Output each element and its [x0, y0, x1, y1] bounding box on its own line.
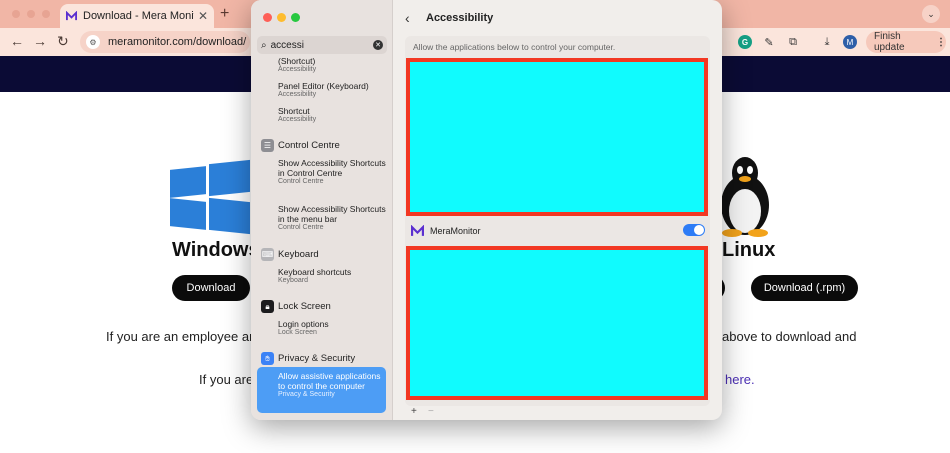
here-link[interactable]: here. [725, 372, 755, 387]
clear-search-icon[interactable]: ✕ [373, 40, 383, 50]
meramonitor-access-toggle[interactable] [683, 224, 705, 236]
meramonitor-app-icon [411, 224, 424, 236]
result-panel-editor[interactable]: Panel Editor (Keyboard) Accessibility [278, 81, 390, 100]
result-title: Shortcut [278, 106, 310, 116]
result-category: Accessibility [278, 116, 317, 124]
extensions-puzzle-icon[interactable]: ⧉ [786, 35, 800, 49]
download-rpm-button[interactable]: Download (.rpm) [751, 275, 858, 301]
result-category: Privacy & Security [278, 391, 335, 399]
result-title: Allow assistive applications to control … [278, 371, 381, 392]
result-title: Show Accessibility Shortcuts in the menu… [278, 204, 386, 225]
pen-extension-icon[interactable]: ✎ [762, 35, 776, 49]
maximize-window-button[interactable] [42, 10, 50, 18]
result-title: Show Accessibility Shortcuts in Control … [278, 158, 386, 179]
result-category: Keyboard [278, 277, 308, 285]
result-category: Control Centre [278, 178, 324, 186]
section-label: Privacy & Security [278, 353, 356, 364]
result-login-options[interactable]: Login options Lock Screen [278, 319, 390, 338]
linux-tux-icon [721, 157, 769, 237]
add-app-button[interactable]: + [411, 406, 417, 417]
section-keyboard[interactable]: ⌨ Keyboard [261, 248, 319, 261]
lock-icon: 🔒︎ [261, 300, 274, 313]
minimize-window-button[interactable] [27, 10, 35, 18]
finish-update-button[interactable]: Finish update ⋮ [866, 31, 946, 53]
section-privacy-security[interactable]: ✋︎ Privacy & Security [261, 352, 355, 365]
tab-title: Download - Mera Monitor [83, 10, 194, 22]
section-label: Keyboard [278, 249, 319, 260]
back-arrow-icon[interactable]: ← [10, 33, 24, 49]
section-lock-screen[interactable]: 🔒︎ Lock Screen [261, 300, 331, 313]
new-tab-button[interactable]: + [220, 5, 229, 23]
result-shortcut-accessibility[interactable]: (Shortcut) Accessibility [278, 56, 390, 75]
linux-title: Linux [722, 239, 776, 261]
settings-minimize-button[interactable] [277, 13, 286, 22]
hand-icon: ✋︎ [261, 352, 274, 365]
accessibility-pane: ‹ Accessibility Allow the applications b… [393, 0, 722, 420]
pane-title: Accessibility [426, 12, 494, 24]
result-title: (Shortcut) [278, 56, 316, 66]
result-show-accessibility-control-centre[interactable]: Show Accessibility Shortcuts in Control … [278, 158, 390, 187]
meramonitor-favicon-icon [66, 10, 77, 20]
redacted-region-top [406, 58, 708, 216]
download-windows-button[interactable]: Download [172, 275, 250, 301]
address-bar[interactable]: ⚙ meramonitor.com/download/ [80, 31, 250, 53]
instructions-line-2-left: If you are [199, 372, 254, 387]
forward-arrow-icon[interactable]: → [33, 33, 47, 49]
instructions-line-1-right: above to download and [722, 329, 857, 344]
system-settings-window: ⌕ accessi ✕ (Shortcut) Accessibility Pan… [251, 0, 722, 420]
result-category: Lock Screen [278, 329, 317, 337]
tab-search-icon[interactable]: ⌄ [922, 5, 940, 23]
back-chevron-icon[interactable]: ‹ [405, 10, 410, 26]
control-centre-icon: ☰ [261, 139, 274, 152]
settings-sidebar: ⌕ accessi ✕ (Shortcut) Accessibility Pan… [251, 0, 393, 420]
result-title: Keyboard shortcuts [278, 267, 352, 277]
section-control-centre[interactable]: ☰ Control Centre [261, 139, 340, 152]
close-window-button[interactable] [12, 10, 20, 18]
reload-icon[interactable]: ↻ [57, 33, 69, 50]
download-icon[interactable]: ⤓ [820, 35, 834, 49]
result-show-accessibility-menu-bar[interactable]: Show Accessibility Shortcuts in the menu… [278, 204, 390, 233]
result-title: Login options [278, 319, 329, 329]
result-category: Control Centre [278, 224, 324, 232]
result-allow-assistive-apps-selected[interactable]: Allow assistive applications to control … [257, 367, 386, 413]
finish-update-label: Finish update [874, 31, 905, 53]
site-settings-icon[interactable]: ⚙ [86, 35, 100, 49]
search-input[interactable]: accessi [271, 40, 304, 51]
redacted-region-bottom [406, 246, 708, 400]
settings-search-field[interactable]: ⌕ accessi ✕ [257, 36, 387, 54]
more-menu-icon[interactable]: ⋮ [936, 37, 946, 48]
grammarly-extension-icon[interactable]: G [738, 35, 752, 49]
search-icon: ⌕ [261, 39, 267, 51]
section-label: Control Centre [278, 140, 340, 151]
result-keyboard-shortcuts[interactable]: Keyboard shortcuts Keyboard [278, 267, 390, 286]
result-category: Accessibility [278, 66, 317, 74]
app-name: MeraMonitor [430, 226, 481, 236]
tab-close-icon[interactable]: ✕ [198, 9, 208, 23]
profile-avatar[interactable]: M [843, 35, 857, 49]
browser-tab[interactable]: Download - Mera Monitor ✕ [60, 4, 214, 28]
result-title: Panel Editor (Keyboard) [278, 81, 369, 91]
instructions-line-1-left: If you are an employee and [106, 329, 264, 344]
windows-title: Windows [172, 239, 260, 261]
result-category: Accessibility [278, 91, 317, 99]
settings-close-button[interactable] [263, 13, 272, 22]
windows-logo-icon [170, 159, 250, 235]
remove-app-button[interactable]: − [428, 406, 434, 417]
settings-zoom-button[interactable] [291, 13, 300, 22]
section-label: Lock Screen [278, 301, 331, 312]
pane-description: Allow the applications below to control … [413, 42, 616, 52]
result-shortcut[interactable]: Shortcut Accessibility [278, 106, 390, 125]
app-row-meramonitor: MeraMonitor [411, 222, 707, 240]
address-url: meramonitor.com/download/ [108, 36, 247, 48]
keyboard-icon: ⌨ [261, 248, 274, 261]
